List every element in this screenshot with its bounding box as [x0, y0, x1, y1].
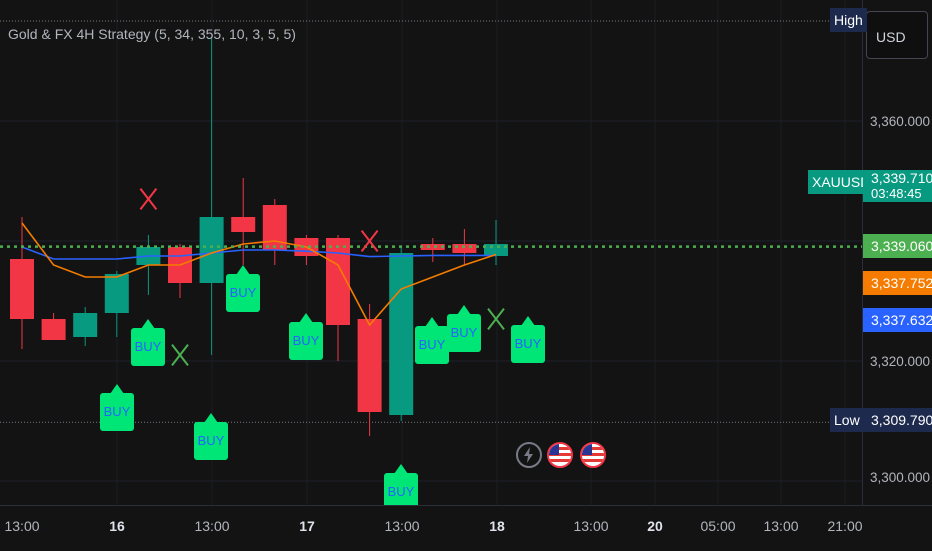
last-price-value: 3,339.710 [871, 170, 932, 186]
time-label: 16 [109, 518, 125, 534]
buy-x-marker [487, 307, 505, 331]
buy-signal-badge: BUY [289, 313, 323, 360]
time-label: 17 [299, 518, 315, 534]
buy-x-marker [171, 343, 189, 367]
time-label: 18 [489, 518, 505, 534]
lightning-event-icon[interactable] [516, 442, 542, 468]
price-tick: 3,320.000 [870, 354, 931, 369]
candle-body [389, 253, 414, 415]
time-label: 20 [647, 518, 663, 534]
candle-body [452, 244, 477, 253]
high-label: High [830, 8, 867, 32]
bar-countdown: 03:48:45 [871, 186, 922, 201]
candle-body [231, 217, 256, 232]
buy-signal-badge: BUY [511, 316, 545, 363]
time-label: 13:00 [384, 518, 420, 534]
candle-body [41, 319, 66, 340]
us-flag-event-icon[interactable] [580, 442, 606, 468]
us-flag-event-icon[interactable] [547, 442, 573, 468]
last-price-tag: 3,339.710 03:48:45 [863, 170, 932, 202]
low-value-tag: 3,309.790 [863, 408, 932, 432]
orange-line-tag: 3,337.752 [863, 271, 932, 295]
buy-signal-badge: BUY [194, 413, 228, 460]
candle-body [73, 313, 98, 337]
price-tick: 3,300.000 [870, 470, 931, 485]
time-label: 13:00 [194, 518, 230, 534]
low-label: Low [830, 408, 864, 432]
buy-signal-badge: BUY [131, 319, 165, 366]
buy-signal-badge: BUY [100, 384, 134, 431]
buy-signal-badge: BUY [447, 305, 481, 352]
time-label: 21:00 [827, 518, 863, 534]
candle-body [357, 319, 382, 412]
buy-signal-badge: BUY [226, 265, 260, 312]
candle-body [10, 259, 34, 319]
time-label: 13:00 [763, 518, 799, 534]
time-label: 13:00 [4, 518, 40, 534]
buy-signal-badge: BUY [415, 317, 449, 364]
buy-signal-badge: BUY [384, 464, 418, 505]
candle-body [104, 274, 129, 313]
sell-x-marker [139, 187, 158, 211]
strategy-legend[interactable]: Gold & FX 4H Strategy (5, 34, 355, 10, 3… [8, 26, 296, 42]
green-line-tag: 3,339.060 [863, 234, 932, 258]
currency-button[interactable]: USD [866, 11, 928, 59]
chart-pane[interactable]: Gold & FX 4H Strategy (5, 34, 355, 10, 3… [0, 0, 862, 505]
time-label: 05:00 [700, 518, 736, 534]
time-axis[interactable]: 13:00 16 13:00 17 13:00 18 13:00 20 05:0… [0, 505, 932, 551]
blue-line-tag: 3,337.632 [863, 308, 932, 332]
price-tick: 3,360.000 [870, 114, 931, 129]
time-label: 13:00 [573, 518, 609, 534]
